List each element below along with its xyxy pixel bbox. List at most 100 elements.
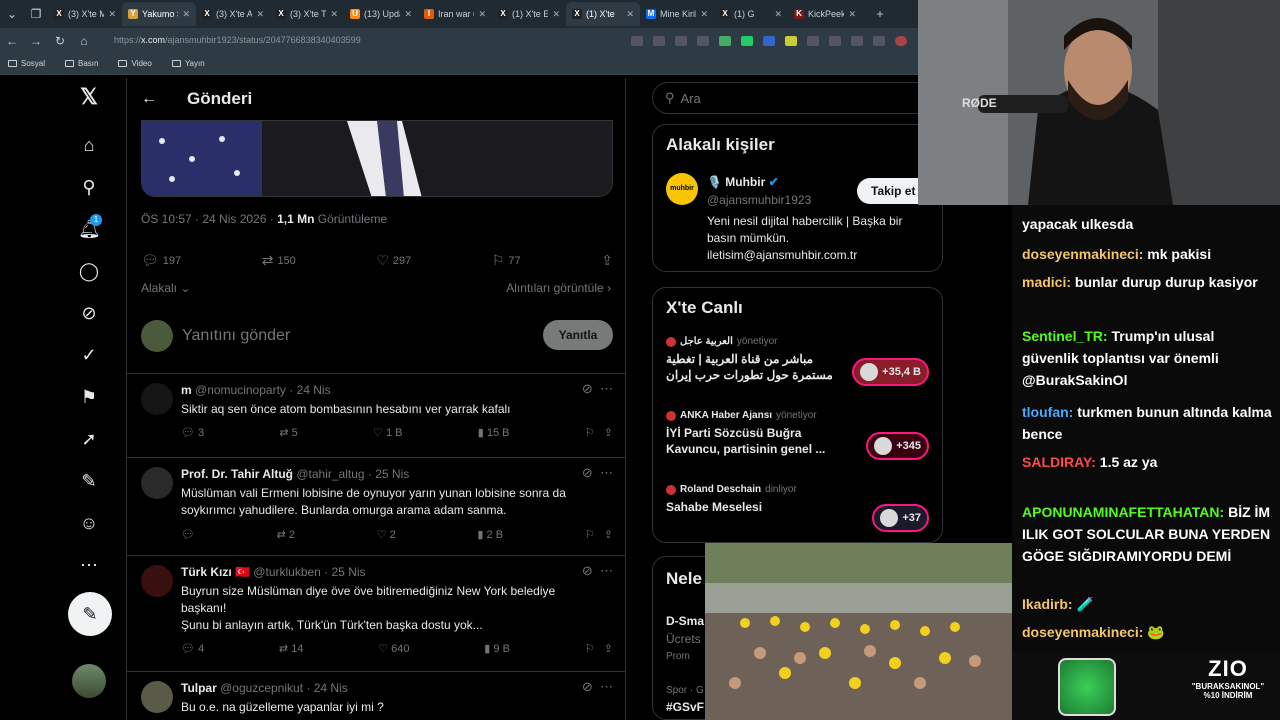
bookmark-icon[interactable]: ⚐ [585,427,595,439]
share-icon[interactable]: ⇪ [604,643,613,655]
favorites-icon[interactable] [851,35,863,46]
grok-icon[interactable]: ⊘ [582,679,593,694]
tweet-author-name[interactable]: m [181,383,192,397]
articles-icon[interactable]: ✎ [78,470,100,492]
sport-tag[interactable]: #GSvF [666,700,704,714]
close-tab-icon[interactable]: ✕ [626,9,634,20]
post-image[interactable] [141,120,613,197]
tweet-author-name[interactable]: Tulpar [181,681,217,695]
reply-button[interactable]: Yanıtla [543,320,613,350]
chat-username[interactable]: APONUNAMINAFETTAHATAN: [1022,504,1224,520]
like-action[interactable]: ♡ 297 [376,252,411,269]
url-field[interactable]: https://x.com/ajansmuhbir1923/status/204… [106,31,576,50]
account-avatar[interactable] [72,664,106,698]
verified-icon[interactable]: ✓ [78,344,100,366]
x-logo-icon[interactable]: 𝕏 [78,86,100,108]
chat-username[interactable]: doseyenmakineci: [1022,624,1143,640]
compose-post-button[interactable]: ✎ [68,592,112,636]
workspaces-icon[interactable]: ❐ [24,7,48,21]
browser-tab[interactable]: U (13) Upda ✕ [344,2,418,26]
tab-list-chevron-icon[interactable]: ⌄ [0,7,24,21]
close-tab-icon[interactable]: ✕ [182,9,190,20]
repost-action[interactable]: ⇄ 150 [262,252,296,269]
bookmark-icon[interactable]: ⚐ [585,529,595,541]
views-action[interactable]: ▮ 2 B [477,528,503,541]
like-action[interactable]: ♡ 2 [377,528,396,541]
tweet-author-name[interactable]: Prof. Dr. Tahir Altuğ [181,467,293,481]
close-tab-icon[interactable]: ✕ [848,9,856,20]
close-tab-icon[interactable]: ✕ [774,9,782,20]
close-tab-icon[interactable]: ✕ [552,9,560,20]
back-arrow-icon[interactable]: ← [141,90,161,108]
browser-tab[interactable]: X (3) X'te Th✕ [270,2,344,26]
browser-tab[interactable]: M Mine Kirik ✕ [640,2,714,26]
view-quotes-link[interactable]: Alıntıları görüntüle › [506,281,611,295]
page-action-icon[interactable] [631,35,643,46]
more-icon[interactable]: ⋯ [600,563,613,578]
reply-tweet[interactable]: Tulpar @oguzcepnikut · 24 Nis ⊘ ⋯ Bu o.e. … [127,672,625,720]
bookmark-folder[interactable]: Basın [65,59,98,68]
close-tab-icon[interactable]: ✕ [478,9,486,20]
reload-icon[interactable]: ↻ [48,34,72,48]
grok-icon[interactable]: ⊘ [582,465,593,480]
bookmark-folder[interactable]: Yayın [171,59,205,68]
profile-avatar[interactable] [895,35,907,46]
relevance-dropdown[interactable]: Alakalı ⌄ [141,281,190,295]
news-item[interactable]: D-Sma Ücrets Prom [666,612,704,666]
extension-icon[interactable] [741,35,753,46]
reply-action[interactable]: 💬︎ 197 [141,252,181,269]
browser-tab[interactable]: K KickPeek ✕ [788,2,862,26]
browser-tab[interactable]: Y Yakumo Sl ✕ [122,2,196,26]
extension-icon[interactable] [807,35,819,46]
reply-action[interactable]: 💬︎ [181,528,195,541]
zoom-icon[interactable] [653,35,665,46]
bookmarks-icon[interactable]: ⚑ [78,386,100,408]
reply-tweet[interactable]: Prof. Dr. Tahir Altuğ @tahir_altug · 25 … [127,458,625,556]
back-arrow-icon[interactable]: ← [0,34,24,48]
close-tab-icon[interactable]: ✕ [256,9,264,20]
views-action[interactable]: ▮ 15 B [478,426,510,439]
extension-icon[interactable] [785,35,797,46]
chat-username[interactable]: doseyenmakineci: [1022,246,1143,262]
like-action[interactable]: ♡ 1 B [373,426,402,439]
related-user-name[interactable]: 🎙️ Muhbir ✔ [707,175,779,189]
chat-username[interactable]: Sentinel_TR: [1022,328,1108,344]
tweet-author-name[interactable]: Türk Kızı 🇹🇷 [181,565,250,579]
messages-icon[interactable]: ◯ [78,260,100,282]
reply-input[interactable]: Yanıtını gönder [182,327,290,345]
forward-arrow-icon[interactable]: → [24,34,48,48]
home-icon[interactable]: ⌂ [72,34,96,48]
split-screen-icon[interactable] [829,35,841,46]
browser-tab[interactable]: X (1) X'te ✕ [566,2,640,26]
profile-icon[interactable]: ☺ [78,512,100,534]
browser-tab[interactable]: X (3) X'te Mi✕ [48,2,122,26]
more-icon[interactable]: ⋯ [600,465,613,480]
read-aloud-icon[interactable] [675,35,687,46]
more-icon[interactable]: ⋯ [600,679,613,694]
live-listeners-badge[interactable]: +35,4 B [852,358,929,386]
close-tab-icon[interactable]: ✕ [404,9,412,20]
chat-username[interactable]: Ikadirb: [1022,596,1073,612]
search-input[interactable]: ⚲ Ara [652,82,932,114]
search-icon[interactable]: ⚲ [78,176,100,198]
favorite-star-icon[interactable] [697,35,709,46]
browser-tab[interactable]: I Iran war u ✕ [418,2,492,26]
home-icon[interactable]: ⌂ [78,134,100,156]
like-action[interactable]: ♡ 640 [378,642,409,655]
close-tab-icon[interactable]: ✕ [108,9,116,20]
post-time[interactable]: ÖS 10:57 · 24 Nis 2026 · [141,212,277,226]
live-listeners-badge[interactable]: +37 [872,504,929,532]
bookmark-folder[interactable]: Sosyal [8,59,45,68]
browser-tab[interactable]: X (3) X'te Ai ✕ [196,2,270,26]
grok-icon[interactable]: ⊘ [78,302,100,324]
share-icon[interactable]: ⇪ [604,529,613,541]
bookmark-action[interactable]: ⚐ 77 [492,252,521,269]
reply-tweet[interactable]: m @nomucinoparty · 24 Nis ⊘ ⋯ Siktir aq se… [127,374,625,458]
reply-action[interactable]: 💬︎ 3 [181,426,204,439]
browser-tab[interactable]: X (1) X'te Eti✕ [492,2,566,26]
jobs-rocket-icon[interactable]: ➚ [78,428,100,450]
bookmark-folder[interactable]: Video [118,59,152,68]
notifications-bell-icon[interactable]: 🔔︎ 1 [78,214,102,240]
more-icon[interactable]: ⋯ [600,381,613,396]
avatar[interactable] [141,383,173,415]
